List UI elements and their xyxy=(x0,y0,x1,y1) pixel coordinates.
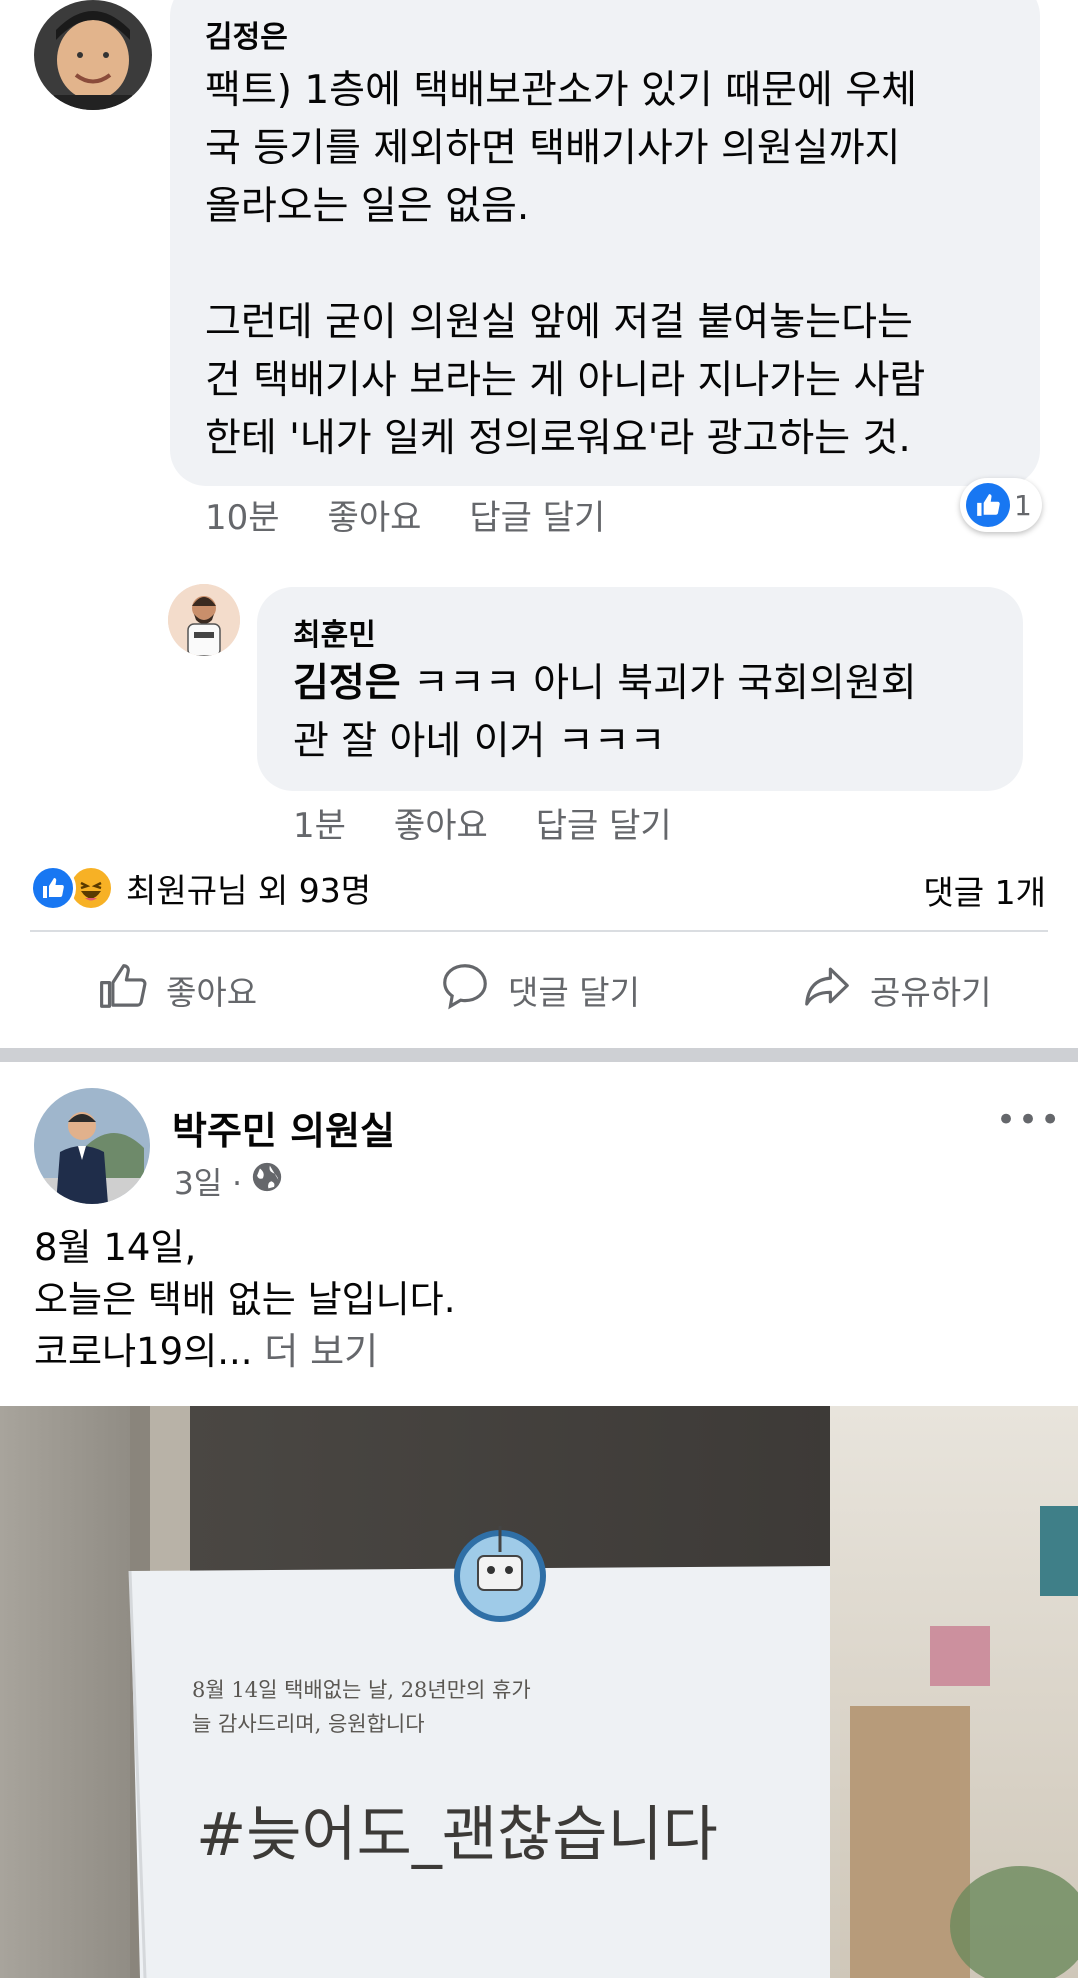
post-text: 8월 14일, 오늘은 택배 없는 날입니다. 코로나19의... 더 보기 xyxy=(34,1222,455,1378)
post-meta: 3일 · xyxy=(174,1158,284,1203)
divider xyxy=(30,930,1048,932)
reply-text: 김정은 ㅋㅋㅋ 아니 북괴가 국회의원회관 잘 아네 이거 ㅋㅋㅋ xyxy=(293,655,1013,771)
more-options-button[interactable]: ••• xyxy=(996,1100,1062,1140)
comment-time[interactable]: 10분 xyxy=(205,490,280,539)
reply-meta: 1분 좋아요 답글 달기 xyxy=(293,798,672,847)
comment-meta: 10분 좋아요 답글 달기 xyxy=(205,490,605,539)
share-button[interactable]: 공유하기 xyxy=(800,955,991,1025)
notice-line1: 8월 14일 택배없는 날, 28년만의 휴가 xyxy=(192,1678,531,1702)
photo-background xyxy=(0,1406,1078,1978)
post-text-line1: 8월 14일, xyxy=(34,1226,197,1269)
reply-author[interactable]: 최훈민 xyxy=(293,610,376,654)
comment-label: 댓글 달기 xyxy=(508,973,640,1012)
thumbs-up-outline-icon xyxy=(96,959,150,1021)
comment-text: 팩트) 1층에 택배보관소가 있기 때문에 우체 국 등기를 제외하면 택배기사… xyxy=(205,68,926,461)
thumbs-up-icon xyxy=(966,483,1010,527)
see-more-link[interactable]: 더 보기 xyxy=(253,1330,378,1373)
page-avatar[interactable] xyxy=(34,1088,150,1204)
feed-separator xyxy=(0,1048,1078,1062)
like-reaction-icon xyxy=(30,865,76,911)
comment-reaction-count: 1 xyxy=(1014,488,1032,522)
globe-icon xyxy=(250,1160,284,1202)
reactions-text: 최원규님 외 93명 xyxy=(126,871,372,910)
commenter-avatar[interactable] xyxy=(34,0,152,110)
page-name[interactable]: 박주민 의원실 xyxy=(172,1100,395,1155)
like-button[interactable]: 좋아요 xyxy=(96,955,257,1025)
comment-button[interactable]: 댓글 달기 xyxy=(438,955,640,1025)
comment-reply-link[interactable]: 답글 달기 xyxy=(469,490,605,539)
reply-time[interactable]: 1분 xyxy=(293,798,346,847)
post-time[interactable]: 3일 · xyxy=(174,1158,242,1203)
post-text-line2: 오늘은 택배 없는 날입니다. xyxy=(34,1278,456,1321)
reply-text-line2: 관 잘 아네 이거 ㅋㅋㅋ xyxy=(293,719,666,764)
comment-like-link[interactable]: 좋아요 xyxy=(328,490,422,539)
post-text-line3: 코로나19의... xyxy=(34,1330,253,1373)
post-photo[interactable]: 8월 14일 택배없는 날, 28년만의 휴가 늘 감사드리며, 응원합니다 #… xyxy=(0,1406,1078,1978)
comment-bubble-icon xyxy=(438,959,492,1021)
share-arrow-icon xyxy=(800,959,854,1021)
comment-reaction-badge[interactable]: 1 xyxy=(960,478,1042,532)
notice-line2: 늘 감사드리며, 응원합니다 xyxy=(192,1712,425,1736)
notice-hashtag: #늦어도_괜찮습니다 xyxy=(196,1800,718,1870)
comment-author[interactable]: 김정은 xyxy=(205,12,288,56)
comments-count[interactable]: 댓글 1개 xyxy=(923,866,1046,914)
reply-text-line1: ㅋㅋㅋ 아니 북괴가 국회의원회 xyxy=(400,661,917,706)
reactions-summary[interactable]: 최원규님 외 93명 xyxy=(30,864,371,912)
reply-avatar[interactable] xyxy=(168,584,240,656)
reply-reply-link[interactable]: 답글 달기 xyxy=(536,798,672,847)
like-label: 좋아요 xyxy=(166,973,258,1012)
share-label: 공유하기 xyxy=(870,973,992,1012)
reply-mention[interactable]: 김정은 xyxy=(293,661,401,706)
reply-like-link[interactable]: 좋아요 xyxy=(394,798,488,847)
